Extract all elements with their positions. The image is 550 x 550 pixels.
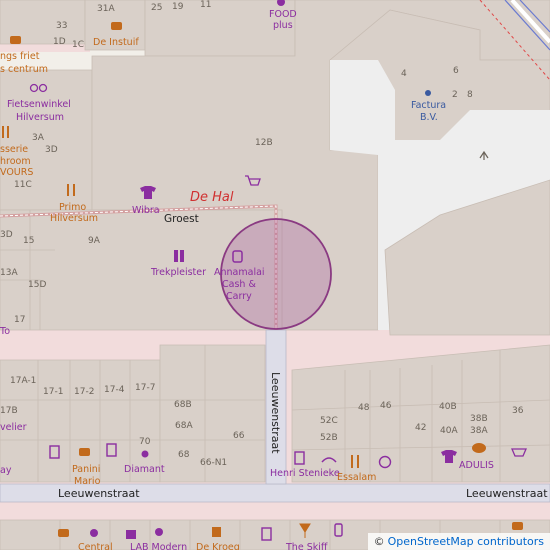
poi-label-panini: Panini [72,464,100,475]
house-number: 12B [255,138,273,148]
fast-food-icon[interactable] [111,22,122,30]
poi-label-showroom: hroom [0,156,31,167]
poi-label-essalam: Essalam [337,472,376,483]
poi-label-fietsenwinkel: Hilversum [16,112,64,123]
jewelry-icon[interactable] [141,450,149,458]
house-number: 17A-1 [10,376,36,386]
poi-label-adulis: ADULIS [459,460,494,471]
poi-label-food-plus: plus [273,20,293,31]
house-number: 17-2 [74,387,94,397]
house-number: 6 [453,66,459,76]
house-number: 70 [139,437,151,447]
poi-label-trekpleister: Trekpleister [150,267,206,278]
house-number: 36 [512,406,524,416]
house-number: 3D [45,145,58,155]
poi-label-wibra: Wibra [132,205,160,216]
gift-icon[interactable] [126,530,136,539]
street-label-leeuwenstraat-right: Leeuwenstraat [466,487,548,500]
poi-label-annamalai: Carry [226,291,252,302]
house-number: 1C [72,40,84,50]
street-label-leeuwenstraat-vertical: Leeuwenstraat [269,372,282,454]
house-number: 3A [32,133,45,143]
company-dot-icon[interactable] [425,90,431,96]
house-number: 1D [53,37,66,47]
house-number: 8 [467,90,473,100]
poi-label-factura: B.V. [420,112,438,123]
fast-food-icon[interactable] [512,522,523,530]
poi-label-the-skiff: The Skiff [285,542,328,550]
poi-label-primo: Primo [59,202,86,213]
poi-label-velier: velier [0,422,27,433]
house-number: 17-4 [104,385,125,395]
poi-label-annamalai: Cash & [222,279,256,290]
poi-label-ay: ay [0,465,12,476]
street-label-groest: Groest [164,213,199,225]
poi-label-kings-friet: s centrum [0,64,48,75]
house-number: 15D [28,280,46,290]
house-number: 66-N1 [200,458,227,468]
map-view[interactable]: Leeuwenstraat Leeuwenstraat Leeuwenstraa… [0,0,550,550]
place-label-de-hal: De Hal [190,190,234,205]
house-number: 33 [56,21,67,31]
beauty-icon[interactable] [90,529,98,537]
house-number: 11C [14,180,32,190]
house-number: 17-7 [135,383,155,393]
attribution-link[interactable]: OpenStreetMap contributors [388,535,544,548]
house-number: 48 [358,403,370,413]
house-number: 46 [380,401,392,411]
poi-label-factura: Factura [411,100,446,111]
house-number: 19 [172,2,184,12]
house-number: 66 [233,431,245,441]
poi-label-to: To [0,326,10,337]
poi-label-central: Central [78,542,113,550]
house-number: 4 [401,69,407,79]
poi-label-de-kroeg: De Kroeg [196,542,240,550]
poi-label-kings-friet: ngs friet [0,51,40,62]
beauty-icon[interactable] [155,528,163,536]
poi-label-de-instuif: De Instuif [93,37,139,48]
cafe-icon[interactable] [212,527,221,537]
map-attribution: © OpenStreetMap contributors [367,533,550,550]
poi-label-annamalai: Annamalai [214,267,265,278]
house-number: 17B [0,406,18,416]
cafe-icon[interactable] [472,443,486,453]
poi-label-henri-stenieke: Henri Stenieke [270,468,340,479]
poi-label-food-plus: FOOD [269,9,297,20]
house-number: 42 [415,423,426,433]
house-number: 13A [0,268,18,278]
street-label-leeuwenstraat-left: Leeuwenstraat [58,487,140,500]
house-number: 40B [439,402,457,412]
fast-food-icon[interactable] [58,529,69,537]
poi-label-brasserie: sserie [0,144,28,155]
house-number: 9A [88,236,101,246]
fast-food-icon[interactable] [79,448,90,456]
fast-food-icon[interactable] [10,36,21,44]
poi-label-lab-modern: LAB Modern [130,542,187,550]
house-number: 3D [0,230,13,240]
house-number: 15 [23,236,34,246]
copyright-symbol: © [373,535,385,548]
poi-label-yours: VOURS [0,167,33,178]
house-number: 68 [178,450,190,460]
poi-label-fietsenwinkel: Fietsenwinkel [7,99,71,110]
house-number: 68B [174,400,192,410]
house-number: 25 [151,3,162,13]
house-number: 68A [175,421,193,431]
poi-label-diamant: Diamant [124,464,165,475]
house-number: 52B [320,433,338,443]
house-number: 17 [14,315,25,325]
house-number: 11 [200,0,211,10]
house-number: 38B [470,414,488,424]
house-number: 17-1 [43,387,63,397]
poi-label-panini: Mario [74,476,101,487]
poi-label-primo: Hilversum [50,213,98,224]
house-number: 40A [440,426,458,436]
house-number: 2 [452,90,458,100]
house-number: 38A [470,426,488,436]
house-number: 31A [97,4,115,14]
house-number: 52C [320,416,338,426]
map-canvas[interactable]: Leeuwenstraat Leeuwenstraat Leeuwenstraa… [0,0,550,550]
